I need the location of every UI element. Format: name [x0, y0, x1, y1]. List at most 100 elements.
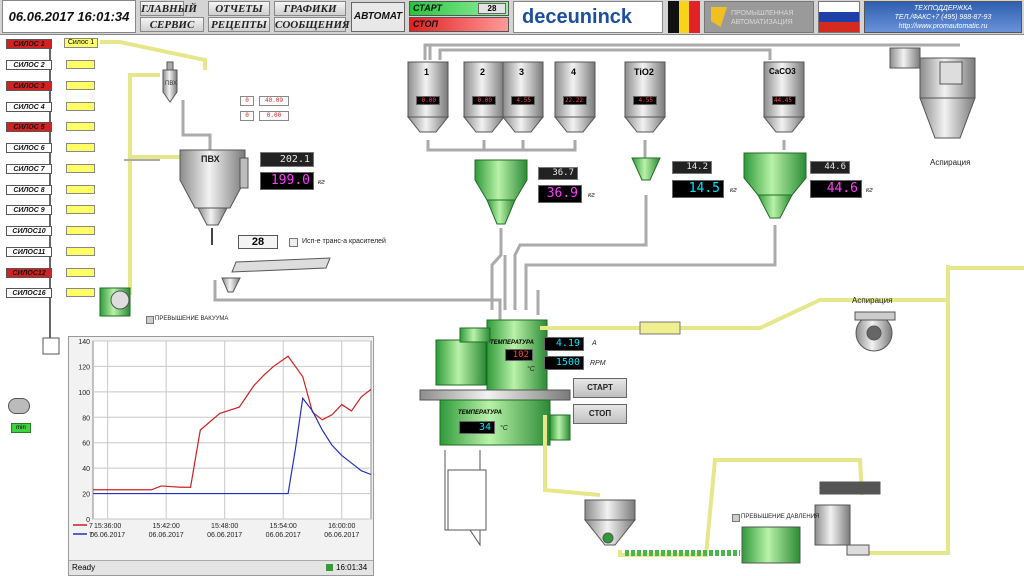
x-tick-time: 15:36:00 — [94, 523, 121, 530]
motor-current-unit: А — [592, 340, 597, 347]
hopper-1-display: 0.00 — [416, 96, 440, 105]
vacuum-line — [100, 40, 207, 70]
silo-8-status[interactable]: СИЛОС 8 — [6, 185, 52, 195]
scale-2-unit: кг — [730, 187, 737, 194]
hopper-3-display: 4.55 — [511, 96, 535, 105]
pvc-small-label: ПВХ — [165, 81, 178, 87]
aspiration-mid-label: Аспирация — [852, 296, 893, 305]
plot-area — [92, 340, 372, 520]
pressure-alarm-checkbox[interactable] — [732, 514, 740, 522]
deceuninck-logo: deceuninck — [513, 1, 663, 33]
pressure-alarm-label: ПРЕВЫШЕНИЕ ДАВЛЕНИЯ — [741, 514, 820, 520]
brand-name: deceuninck — [522, 6, 633, 28]
motor-rpm-unit: RPM — [590, 360, 606, 367]
cycle-counter: 28 — [478, 3, 506, 14]
support-url[interactable]: http://www.promautomatic.ru — [865, 22, 1021, 31]
trend-clock: 16:01:34 — [336, 563, 368, 572]
nav-messages-button[interactable]: СООБЩЕНИЯ — [274, 17, 350, 32]
silo-10-status[interactable]: СИЛОС10 — [6, 226, 52, 236]
x-tick-date: 06.06.2017 — [149, 532, 184, 539]
hopper-caco3-label: CaCO3 — [769, 67, 796, 76]
silo-1-status[interactable]: СИЛОС 1 — [6, 39, 52, 49]
x-tick-time: 16:00:00 — [328, 523, 355, 530]
datetime-display: 06.06.2017 16:01:34 — [2, 0, 136, 33]
mixer-stop-button[interactable]: СТОП — [573, 404, 627, 424]
nav-charts-button[interactable]: ГРАФИКИ — [274, 1, 346, 16]
x-tick-time: 15:48:00 — [211, 523, 238, 530]
legend-label: 7 — [89, 532, 93, 539]
x-tick-date: 06.06.2017 — [90, 532, 125, 539]
silo-10-level — [66, 226, 95, 235]
hopper-bank — [406, 61, 806, 133]
dye-transport-label: Исп-е транс-а красителей — [302, 238, 386, 245]
silo-16-level — [66, 288, 95, 297]
silo-4-level — [66, 102, 95, 111]
dye-count-display: 28 — [238, 235, 278, 249]
scale-2-setpoint: 14.2 — [672, 161, 712, 174]
support-phone: ТЕЛ./ФАКС+7 (495) 988-87-93 — [894, 14, 992, 21]
hopper-4-label: 4 — [571, 67, 577, 77]
silo-3-level — [66, 81, 95, 90]
aspiration-filter-top — [889, 47, 976, 139]
top-bar: 06.06.2017 16:01:34 ГЛАВНЫЙ ОТЧЕТЫ ГРАФИ… — [0, 0, 1024, 35]
nav-main-button[interactable]: ГЛАВНЫЙ — [140, 1, 197, 16]
silo-5-status[interactable]: СИЛОС 5 — [6, 122, 52, 132]
cooler-temp-label: ТЕМПЕРАТУРА — [458, 410, 503, 416]
y-tick-label: 80 — [82, 415, 90, 422]
vacuum-pump — [99, 287, 131, 317]
y-tick-label: 120 — [78, 364, 90, 371]
aux2-a-display: 0 — [240, 111, 254, 121]
mixer-temp-display: 102 — [505, 349, 533, 361]
russia-flag-icon — [818, 1, 860, 33]
partner-logo-icon — [711, 7, 727, 27]
vacuum-pump-status: min — [11, 423, 31, 433]
silo-6-status[interactable]: СИЛОС 6 — [6, 143, 52, 153]
support-title: ТЕХПОДДЕРЖКА — [914, 5, 972, 12]
nav-service-button[interactable]: СЕРВИС — [140, 17, 204, 32]
silo-16-status[interactable]: СИЛОС16 — [6, 288, 52, 298]
x-tick-time: 15:42:00 — [153, 523, 180, 530]
silo-12-status[interactable]: СИЛОС12 — [6, 268, 52, 278]
y-tick-label: 60 — [82, 441, 90, 448]
hopper-4-display: 22.22 — [563, 96, 587, 105]
cooler-temp-unit: °C — [500, 425, 508, 432]
bag-station — [444, 450, 487, 547]
y-tick-label: 20 — [82, 492, 90, 499]
silo-2-status[interactable]: СИЛОС 2 — [6, 60, 52, 70]
vacuum-alarm-checkbox[interactable] — [146, 316, 154, 324]
scale-3-setpoint: 44.6 — [810, 161, 850, 174]
scale-1-setpoint: 36.7 — [538, 167, 578, 180]
aspiration-fan — [854, 311, 896, 352]
mixer-start-button[interactable]: СТАРТ — [573, 378, 627, 398]
vacuum-pump-icon — [8, 398, 30, 414]
aux1-a-display: 0 — [240, 96, 254, 106]
hopper-3-label: 3 — [519, 67, 525, 77]
silo-5-level — [66, 122, 95, 131]
nav-recipes-button[interactable]: РЕЦЕПТЫ — [208, 17, 270, 32]
belgium-flag-icon — [668, 1, 701, 33]
aux1-b-display: 40.09 — [259, 96, 289, 106]
cooler-temp-display: 34 — [459, 421, 495, 434]
stop-indicator[interactable]: СТОП — [409, 17, 509, 32]
mixer-temp-label: ТЕМПЕРАТУРА — [490, 340, 535, 346]
trend-clock-icon — [326, 564, 333, 571]
fan-unit — [741, 481, 881, 564]
x-tick-time: 15:54:00 — [270, 523, 297, 530]
mode-indicator[interactable]: АВТОМАТ — [351, 2, 405, 32]
silo-7-status[interactable]: СИЛОС 7 — [6, 164, 52, 174]
silo-3-status[interactable]: СИЛОС 3 — [6, 81, 52, 91]
silo-11-status[interactable]: СИЛОС11 — [6, 247, 52, 257]
pvc-weight-display: 199.0 — [260, 172, 314, 190]
pvc-label: ПВХ — [201, 154, 220, 164]
silo-4-status[interactable]: СИЛОС 4 — [6, 102, 52, 112]
silo-7-level — [66, 164, 95, 173]
silo-11-level — [66, 247, 95, 256]
support-info: ТЕХПОДДЕРЖКА ТЕЛ./ФАКС+7 (495) 988-87-93… — [864, 1, 1022, 33]
pvc-weight-unit: кг — [318, 179, 325, 186]
aux2-b-display: 0.00 — [259, 111, 289, 121]
trend-status-text: Ready — [72, 563, 96, 572]
silo-9-status[interactable]: СИЛОС 9 — [6, 205, 52, 215]
discharge-hopper — [583, 499, 637, 546]
nav-reports-button[interactable]: ОТЧЕТЫ — [208, 1, 270, 16]
dye-transport-checkbox[interactable] — [289, 238, 298, 247]
